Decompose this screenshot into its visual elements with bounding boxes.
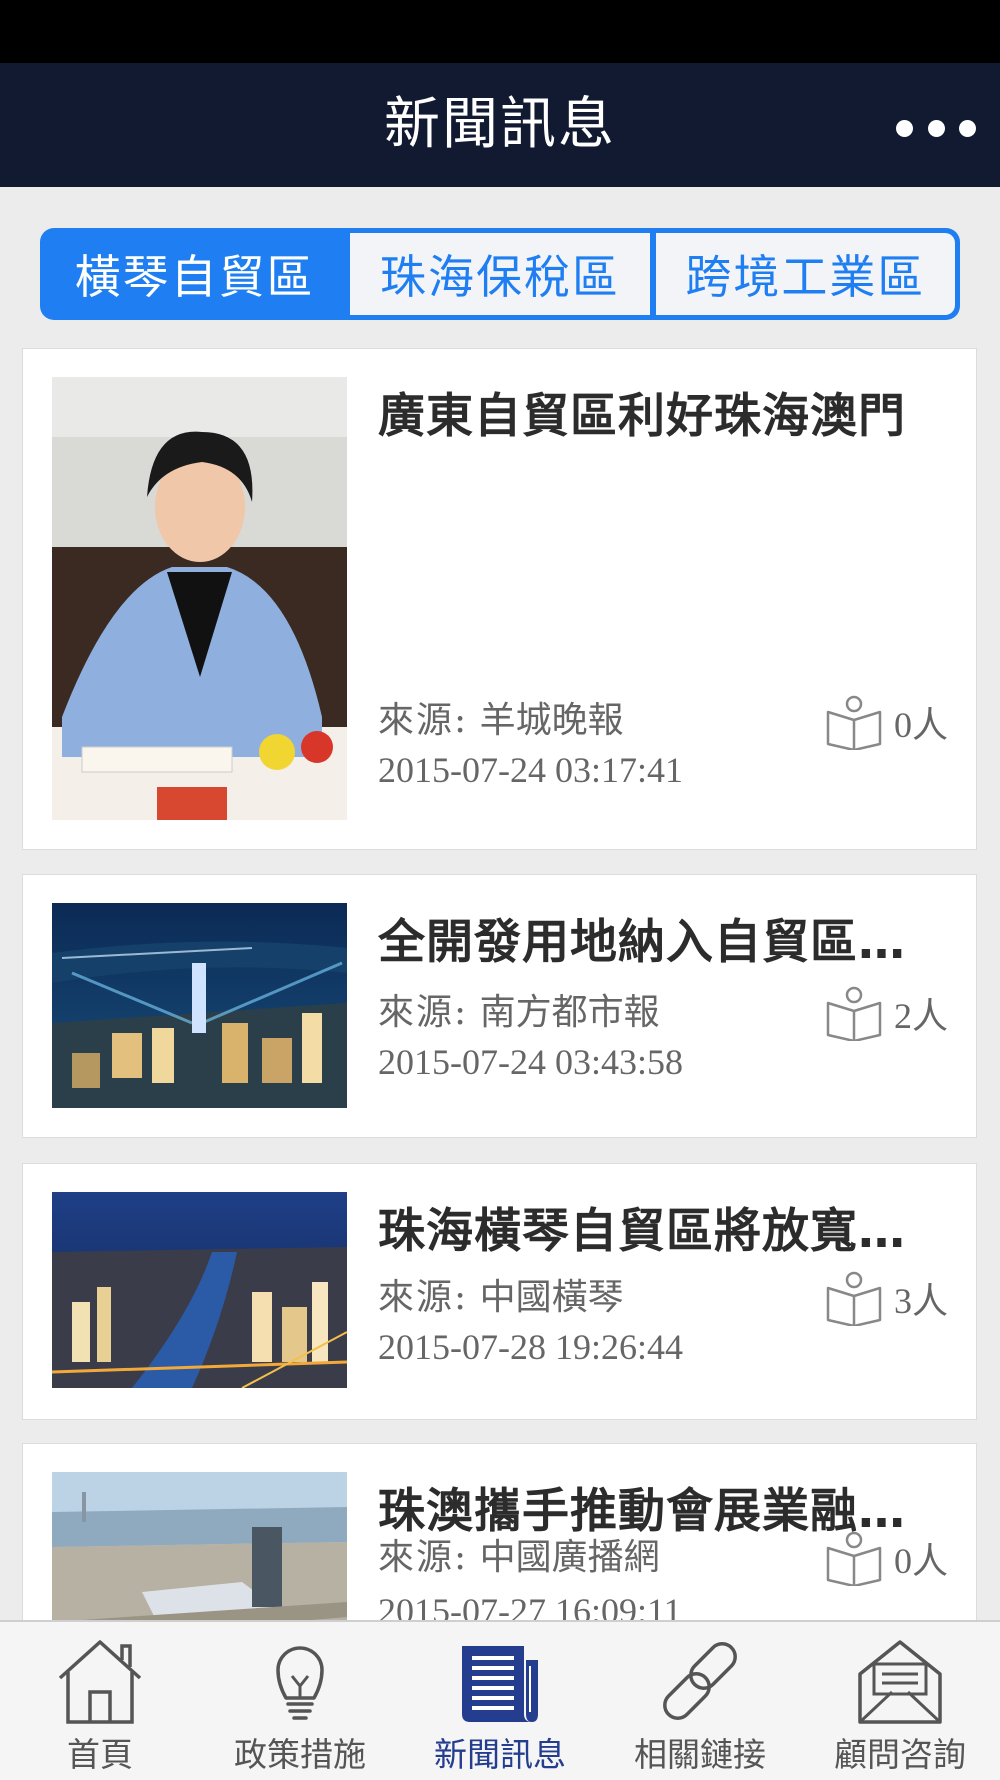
read-count: 3人 — [824, 1270, 948, 1326]
source-label: 來源: — [378, 1537, 469, 1578]
tab-label: 顧問咨詢 — [834, 1735, 966, 1774]
read-count: 0人 — [824, 694, 948, 750]
news-date: 2015-07-28 19:26:44 — [378, 1327, 683, 1367]
news-title: 珠海橫琴自貿區將放寬… — [378, 1204, 906, 1259]
tab-label: 首頁 — [67, 1735, 133, 1774]
news-date: 2015-07-24 03:43:58 — [378, 1042, 683, 1082]
read-count: 2人 — [824, 985, 948, 1041]
news-card[interactable]: 廣東自貿區利好珠海澳門 來源: 羊城晚報 2015-07-24 03:17:41… — [22, 348, 977, 850]
news-source: 來源: 中國橫琴 — [378, 1268, 624, 1320]
source-name: 中國廣播網 — [479, 1537, 660, 1578]
link-icon — [663, 1642, 737, 1720]
envelope-icon — [858, 1640, 942, 1724]
home-icon — [58, 1640, 142, 1724]
source-label: 來源: — [378, 992, 469, 1033]
news-source: 來源: 中國廣播網 — [378, 1528, 660, 1580]
read-count-value: 0人 — [893, 1541, 948, 1581]
source-name: 南方都市報 — [479, 992, 660, 1033]
news-thumbnail — [52, 1192, 347, 1388]
news-source: 來源: 南方都市報 — [378, 983, 660, 1035]
tab-consult[interactable]: 顧問咨詢 — [800, 1622, 1000, 1780]
read-count-value: 2人 — [893, 996, 948, 1036]
segment-zhuhai-bonded[interactable]: 珠海保稅區 — [350, 233, 650, 315]
bottom-tab-bar: 首頁 政策措施 新聞訊息 相關鏈接 顧問咨詢 — [0, 1620, 1000, 1780]
news-source: 來源: 羊城晚報 — [378, 691, 624, 743]
read-count-value: 3人 — [893, 1281, 948, 1321]
segment-cross-border[interactable]: 跨境工業區 — [655, 233, 955, 315]
tab-label: 政策措施 — [234, 1735, 366, 1774]
source-name: 中國橫琴 — [479, 1277, 624, 1318]
source-label: 來源: — [378, 1277, 469, 1318]
region-segmented-control: 橫琴自貿區 珠海保稅區 跨境工業區 — [40, 228, 960, 320]
news-date: 2015-07-24 03:17:41 — [378, 750, 683, 790]
news-card[interactable]: 珠澳攜手推動會展業融… 來源: 中國廣播網 2015-07-27 16:09:1… — [22, 1443, 977, 1620]
news-title: 廣東自貿區利好珠海澳門 — [378, 389, 906, 444]
tab-news[interactable]: 新聞訊息 — [400, 1622, 600, 1780]
tab-policy[interactable]: 政策措施 — [200, 1622, 400, 1780]
news-card[interactable]: 全開發用地納入自貿區… 來源: 南方都市報 2015-07-24 03:43:5… — [22, 874, 977, 1138]
news-date: 2015-07-27 16:09:11 — [378, 1591, 682, 1620]
news-thumbnail — [52, 377, 347, 820]
news-thumbnail — [52, 903, 347, 1108]
tab-label: 相關鏈接 — [634, 1735, 766, 1774]
segment-hengqin[interactable]: 橫琴自貿區 — [45, 233, 345, 315]
reader-icon — [826, 695, 882, 750]
read-count: 0人 — [824, 1530, 948, 1586]
news-thumbnail — [52, 1472, 347, 1620]
tab-label: 新聞訊息 — [434, 1735, 566, 1774]
reader-icon — [826, 986, 882, 1041]
source-name: 羊城晚報 — [479, 700, 624, 741]
newspaper-icon — [462, 1646, 538, 1722]
news-card[interactable]: 珠海橫琴自貿區將放寬… 來源: 中國橫琴 2015-07-28 19:26:44… — [22, 1163, 977, 1420]
news-title: 全開發用地納入自貿區… — [378, 915, 906, 970]
reader-icon — [826, 1271, 882, 1326]
read-count-value: 0人 — [893, 705, 948, 745]
tab-links[interactable]: 相關鏈接 — [600, 1622, 800, 1780]
source-label: 來源: — [378, 700, 469, 741]
lightbulb-icon — [276, 1646, 324, 1720]
tab-home[interactable]: 首頁 — [0, 1622, 200, 1780]
news-list[interactable]: 橫琴自貿區 珠海保稅區 跨境工業區 廣東自貿區利好珠海澳門 來源: 羊城晚報 2… — [0, 0, 1000, 1620]
reader-icon — [826, 1531, 882, 1586]
